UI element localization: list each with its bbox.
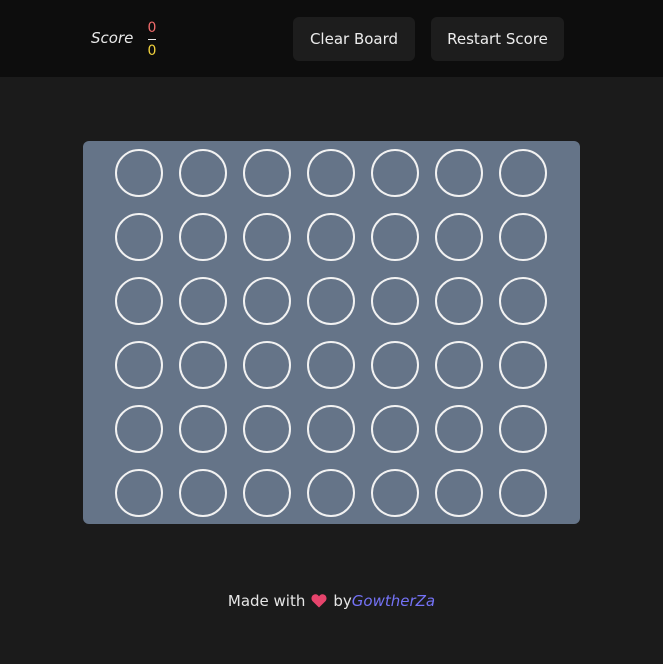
board-cell[interactable] [243, 405, 291, 453]
board-cell[interactable] [435, 149, 483, 197]
board-cell[interactable] [307, 213, 355, 261]
board-cell[interactable] [115, 405, 163, 453]
board-cell[interactable] [243, 277, 291, 325]
restart-score-button[interactable]: Restart Score [431, 17, 564, 61]
player2-score: 0 [147, 43, 157, 59]
board-cell[interactable] [499, 277, 547, 325]
by-text: by [333, 592, 352, 610]
board-cell[interactable] [179, 213, 227, 261]
board-cell[interactable] [499, 469, 547, 517]
board-cell[interactable] [371, 149, 419, 197]
heart-icon [311, 593, 327, 612]
board-cell[interactable] [307, 277, 355, 325]
board-cell[interactable] [435, 277, 483, 325]
board-cell[interactable] [499, 405, 547, 453]
board-cell[interactable] [371, 405, 419, 453]
board-cell[interactable] [179, 277, 227, 325]
board-cell[interactable] [435, 213, 483, 261]
board-cell[interactable] [179, 405, 227, 453]
player1-score: 0 [147, 20, 157, 36]
board-cell[interactable] [243, 469, 291, 517]
board-cell[interactable] [499, 213, 547, 261]
clear-board-button[interactable]: Clear Board [293, 17, 415, 61]
board-cell[interactable] [243, 213, 291, 261]
board-cell[interactable] [243, 341, 291, 389]
board-cell[interactable] [499, 149, 547, 197]
board-cell[interactable] [499, 341, 547, 389]
top-bar: Score 0 0 Clear Board Restart Score [0, 0, 663, 77]
board-cell[interactable] [307, 469, 355, 517]
board-cell[interactable] [371, 277, 419, 325]
score-divider [148, 39, 156, 40]
board-cell[interactable] [179, 469, 227, 517]
board-cell[interactable] [435, 469, 483, 517]
author-link[interactable]: GowtherZa [352, 592, 435, 610]
board-cell[interactable] [115, 341, 163, 389]
board-cell[interactable] [435, 341, 483, 389]
game-board [83, 141, 580, 524]
board-cell[interactable] [115, 277, 163, 325]
board-cell[interactable] [115, 213, 163, 261]
board-cell[interactable] [179, 149, 227, 197]
board-cell[interactable] [243, 149, 291, 197]
score-label: Score [91, 29, 134, 47]
footer: Made with byGowtherZa [0, 592, 663, 612]
board-cell[interactable] [179, 341, 227, 389]
board-cell[interactable] [307, 405, 355, 453]
board-cell[interactable] [307, 341, 355, 389]
scoreboard: 0 0 [146, 18, 158, 61]
board-cell[interactable] [307, 149, 355, 197]
board-cell[interactable] [115, 469, 163, 517]
board-cell[interactable] [115, 149, 163, 197]
board-cell[interactable] [371, 341, 419, 389]
board-cell[interactable] [371, 213, 419, 261]
made-with-text: Made with [227, 592, 306, 610]
board-cell[interactable] [371, 469, 419, 517]
board-cell[interactable] [435, 405, 483, 453]
